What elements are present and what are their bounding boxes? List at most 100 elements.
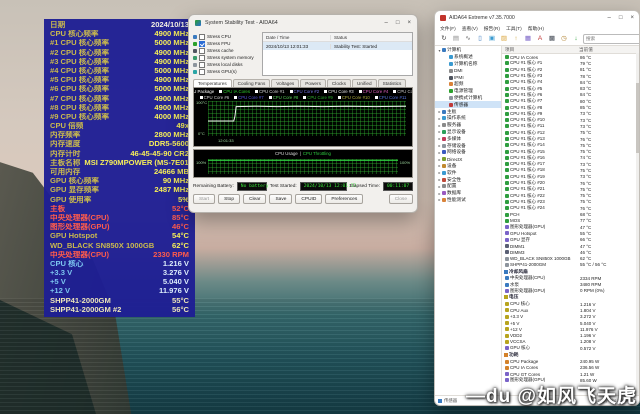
sensor-row[interactable]: CPU #1 核心 #12 75 °C	[502, 130, 639, 136]
tab[interactable]: Powers	[300, 79, 326, 87]
tree-item[interactable]: ▸ 数据库	[435, 190, 501, 197]
tree-item[interactable]: ▾ 计算机	[435, 47, 501, 54]
tree-item[interactable]: ▸ 主板	[435, 108, 501, 115]
minimize-button[interactable]: –	[385, 20, 388, 26]
legend-item[interactable]: CPU Core #10	[338, 95, 370, 100]
tree-item[interactable]: ▸ 性能测试	[435, 197, 501, 204]
sensor-row[interactable]: CPU #1 核心 #14 75 °C	[502, 142, 639, 148]
tree-item[interactable]: ▸ 网络设备	[435, 149, 501, 156]
stress-option[interactable]: Stress GPU(s)	[193, 68, 259, 75]
sensor-row[interactable]: CPU #1 核心 #8 85 °C	[502, 104, 639, 110]
menu-item[interactable]: 查看(V)	[462, 25, 478, 32]
log-row[interactable]: 2024/10/13 12:01:33 Stability Test: Star…	[263, 42, 412, 50]
tree-item[interactable]: 便携式计算机	[435, 95, 501, 102]
sensor-row[interactable]: CPU #1 核心 #18 75 °C	[502, 167, 639, 173]
cpuid-button[interactable]: CPUID	[295, 194, 322, 204]
sensor-row[interactable]: CPU #1 核心 #13 76 °C	[502, 136, 639, 142]
legend-item[interactable]: CPU Core #1	[255, 89, 285, 94]
sensor-row[interactable]: CPU #1 核心 #11 73 °C	[502, 123, 639, 129]
legend-item[interactable]: CPU Core #2	[290, 89, 320, 94]
stress-checkbox[interactable]	[199, 34, 205, 40]
legend-item[interactable]: CPU Core #5	[393, 89, 413, 94]
tree-item[interactable]: ▸ 存储设备	[435, 142, 501, 149]
menu-item[interactable]: 报告(R)	[484, 25, 500, 32]
close-window-button[interactable]: ×	[630, 15, 634, 21]
legend-item[interactable]: CPU Core #8	[269, 95, 299, 100]
sensor-row[interactable]: 图形处理器(GPU) 0 RPM (0%)	[502, 288, 639, 294]
tree-item[interactable]: DMI	[435, 67, 501, 74]
download-icon[interactable]: ↓	[571, 33, 581, 45]
sensor-row[interactable]: CPU #1 核心 #9 73 °C	[502, 111, 639, 117]
sensor-row[interactable]: CPU #1 核心 #16 74 °C	[502, 155, 639, 161]
sensor-row[interactable]: VCCSA 1.208 V	[502, 339, 639, 345]
stress-checkbox[interactable]	[199, 55, 205, 61]
sensor-row[interactable]: DIMM1 47 °C	[502, 243, 639, 249]
tree-item[interactable]: ▸ 设备	[435, 163, 501, 170]
sensor-row[interactable]: 水泵 3480 RPM	[502, 281, 639, 287]
tree-item[interactable]: ▸ DirectX	[435, 156, 501, 163]
sensor-row[interactable]: CPU Aux 1.804 V	[502, 307, 639, 313]
tab[interactable]: Unified	[352, 79, 377, 87]
page-icon[interactable]: ▤	[451, 33, 461, 45]
sensor-row[interactable]: VDD2 1.196 V	[502, 332, 639, 338]
sensor-row[interactable]: CPU #1 核心 #10 73 °C	[502, 117, 639, 123]
sensor-row[interactable]: CPU #1 核心 #3 78 °C	[502, 73, 639, 79]
menu-item[interactable]: 文件(F)	[440, 25, 456, 32]
tree-item[interactable]: 传感器	[435, 101, 501, 108]
stress-option[interactable]: Stress system memory	[193, 54, 259, 61]
stress-checkbox[interactable]	[199, 41, 205, 47]
search-input[interactable]	[583, 34, 640, 44]
sensor-row[interactable]: +12 V 11.976 V	[502, 326, 639, 332]
sensor-row[interactable]: CPU #1 核心 #20 76 °C	[502, 180, 639, 186]
legend-item[interactable]: CPU Package	[193, 89, 214, 94]
legend-item[interactable]: CPU IA Cores	[219, 89, 250, 94]
maximize-button[interactable]: □	[619, 15, 623, 21]
sensor-row[interactable]: SHPP41-2000GM 55 °C / 56 °C	[502, 262, 639, 268]
stress-option[interactable]: Stress CPU	[193, 33, 259, 40]
tree-item[interactable]: ▸ 服务器	[435, 122, 501, 129]
folder-icon[interactable]: ▣	[487, 33, 497, 45]
stress-option[interactable]: Stress local disks	[193, 61, 259, 68]
sensor-row[interactable]: CPU #1 核心 #4 84 °C	[502, 79, 639, 85]
stress-option[interactable]: Stress cache	[193, 47, 259, 54]
tree-item[interactable]: 计算机名称	[435, 61, 501, 68]
sensor-row[interactable]: CPU #1 核心 #21 75 °C	[502, 186, 639, 192]
menu-item[interactable]: 帮助(H)	[528, 25, 544, 32]
sensor-row[interactable]: CPU #1 核心 #19 73 °C	[502, 174, 639, 180]
stability-titlebar[interactable]: System Stability Test - AIDA64 – □ ×	[189, 15, 417, 30]
sensor-row[interactable]: CPU #1 核心 #17 73 °C	[502, 161, 639, 167]
menu-item[interactable]: 工具(T)	[506, 25, 522, 32]
tab[interactable]: Temperatures	[193, 79, 232, 87]
sensor-row[interactable]: CPU #1 核心 #2 81 °C	[502, 67, 639, 73]
sensor-row[interactable]: GPU 显存 66 °C	[502, 237, 639, 243]
sensor-row[interactable]: MOS 77 °C	[502, 218, 639, 224]
font-icon[interactable]: A	[535, 33, 545, 45]
clock-icon[interactable]: ◷	[559, 33, 569, 45]
sensor-row[interactable]: +5 V 5.040 V	[502, 320, 639, 326]
tab[interactable]: Statistics	[378, 79, 407, 87]
tree-item[interactable]: ▸ 安全性	[435, 176, 501, 183]
computer-icon[interactable]: ▯	[475, 33, 485, 45]
stress-checkbox[interactable]	[199, 69, 205, 75]
up-icon[interactable]: ↑	[511, 33, 521, 45]
sensor-row[interactable]: 中央处理器(CPU) 2334 RPM	[502, 275, 639, 281]
sensor-row[interactable]: CPU IA Cores 236.56 W	[502, 365, 639, 371]
sensor-row[interactable]: CPU #1 核心 #1 79 °C	[502, 60, 639, 66]
sensor-row[interactable]: CPU #1 核心 #7 80 °C	[502, 98, 639, 104]
tab[interactable]: Voltages	[271, 79, 299, 87]
tree-item[interactable]: 电源管理	[435, 88, 501, 95]
stress-checkbox[interactable]	[199, 62, 205, 68]
sensor-row[interactable]: GPU Hotspot 55 °C	[502, 230, 639, 236]
image-icon[interactable]: ▦	[523, 33, 533, 45]
refresh-icon[interactable]: ↻	[439, 33, 449, 45]
sensor-row[interactable]: CPU IA Cores 86 °C	[502, 54, 639, 60]
sensor-row[interactable]: CPU #1 核心 #15 75 °C	[502, 148, 639, 154]
report-icon[interactable]: ▩	[547, 33, 557, 45]
tree-item[interactable]: ▸ 多媒体	[435, 135, 501, 142]
maximize-button[interactable]: □	[396, 20, 400, 26]
scrollbar-thumb[interactable]	[636, 83, 639, 153]
tree-item[interactable]: 超频	[435, 81, 501, 88]
connect-icon[interactable]: ∿	[463, 33, 473, 45]
tree-item[interactable]: ▸ 配置	[435, 183, 501, 190]
tree-item[interactable]: IPMI	[435, 74, 501, 81]
